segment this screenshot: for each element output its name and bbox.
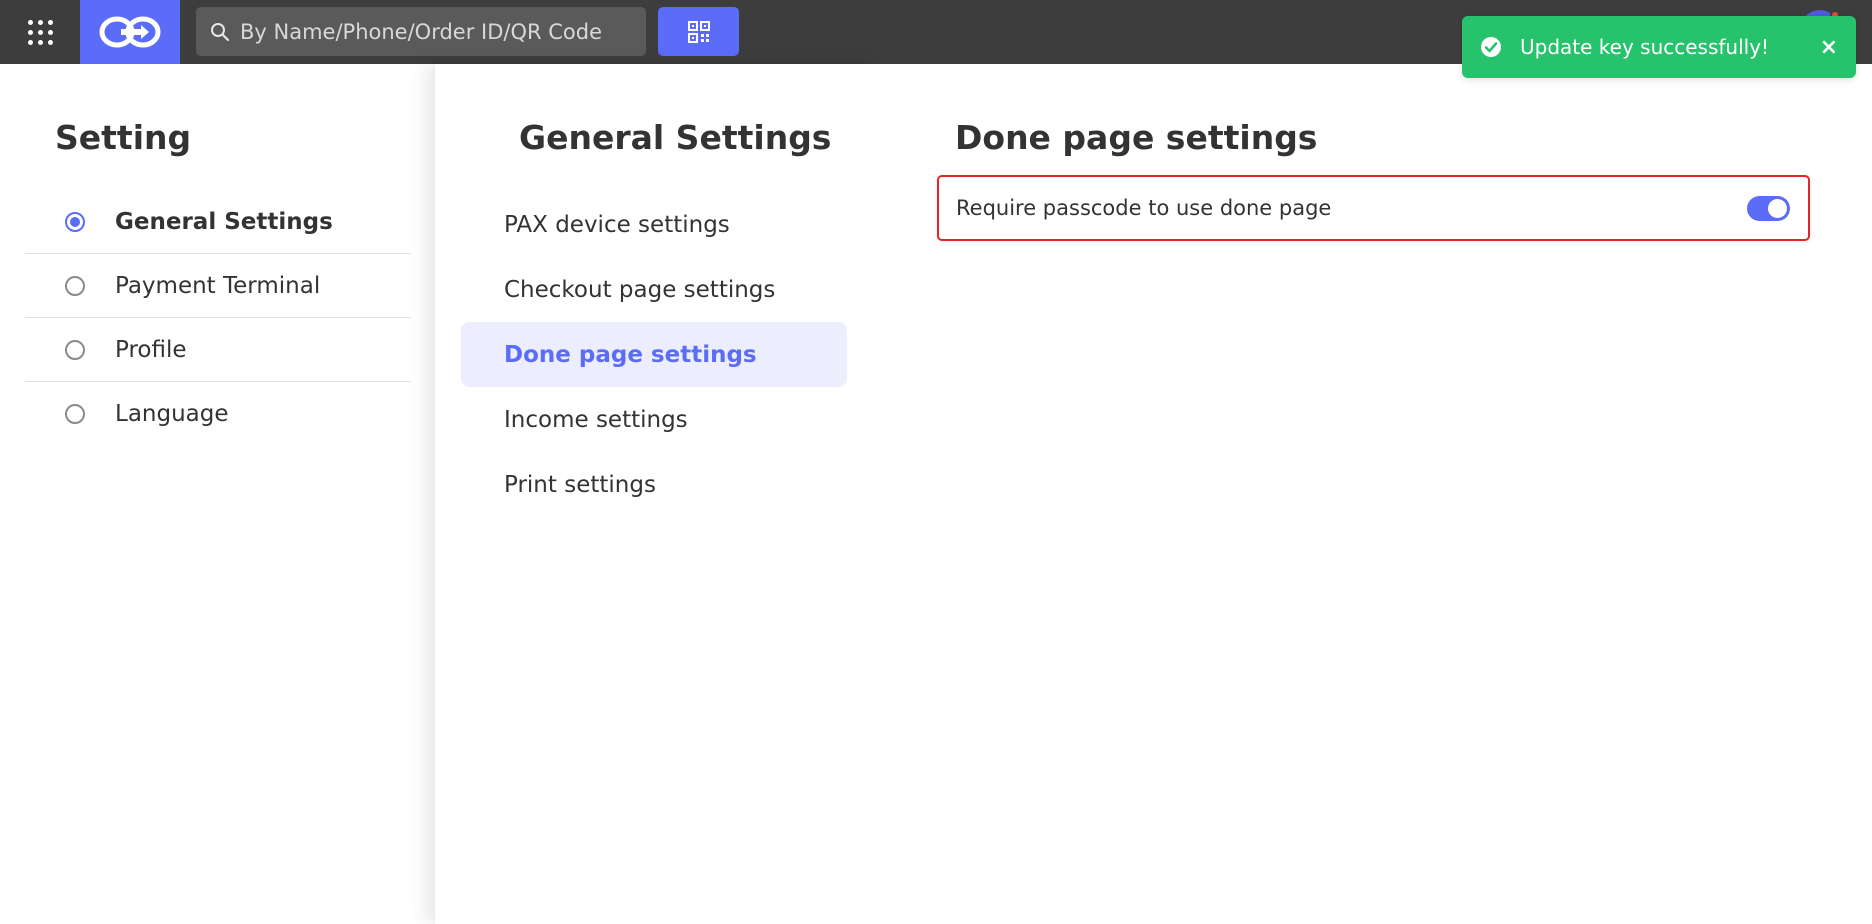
require-passcode-toggle[interactable] xyxy=(1747,195,1790,221)
page-title: Done page settings xyxy=(955,118,1318,157)
sidebar-item-label: Profile xyxy=(115,336,187,363)
sidebar-item-label: General Settings xyxy=(115,208,333,235)
sidebar-item-language[interactable]: Language xyxy=(25,382,411,446)
grid-icon xyxy=(27,19,53,45)
general-settings-menu: General Settings PAX device settings Che… xyxy=(435,64,872,924)
radio-selected-icon xyxy=(65,211,85,232)
submenu-item-print[interactable]: Print settings xyxy=(461,452,847,517)
settings-sidebar: Setting General Settings Payment Termina… xyxy=(0,64,435,924)
content-panel: Done page settings Require passcode to u… xyxy=(872,64,1872,924)
app-root: Setting General Settings Payment Termina… xyxy=(0,0,1872,924)
apps-menu-button[interactable] xyxy=(0,0,80,64)
setting-row-require-passcode: Require passcode to use done page xyxy=(937,175,1810,241)
sidebar-item-general-settings[interactable]: General Settings xyxy=(25,190,411,254)
search-input[interactable] xyxy=(240,19,646,44)
sidebar-title: Setting xyxy=(55,118,192,157)
search-icon xyxy=(211,22,230,41)
submenu-item-pax-device[interactable]: PAX device settings xyxy=(461,192,847,257)
search-bar xyxy=(196,7,646,56)
setting-label: Require passcode to use done page xyxy=(956,196,1332,220)
sidebar-item-payment-terminal[interactable]: Payment Terminal xyxy=(25,254,411,318)
sidebar-item-profile[interactable]: Profile xyxy=(25,318,411,382)
toast-message: Update key successfully! xyxy=(1520,35,1770,59)
check-circle-icon xyxy=(1481,37,1501,57)
submenu-item-income[interactable]: Income settings xyxy=(461,387,847,452)
qr-scan-button[interactable] xyxy=(658,7,739,56)
submenu-item-checkout-page[interactable]: Checkout page settings xyxy=(461,257,847,322)
submenu-title: General Settings xyxy=(519,118,832,157)
submenu-item-done-page[interactable]: Done page settings xyxy=(461,322,847,387)
sidebar-item-label: Payment Terminal xyxy=(115,272,321,299)
link-logo-icon xyxy=(99,16,161,48)
radio-icon xyxy=(65,339,85,360)
qr-code-icon xyxy=(687,20,710,43)
app-logo[interactable] xyxy=(80,0,180,64)
sidebar-item-label: Language xyxy=(115,401,229,427)
close-icon[interactable]: × xyxy=(1820,35,1838,60)
radio-icon xyxy=(65,275,85,296)
success-toast: Update key successfully! × xyxy=(1462,16,1856,78)
radio-icon xyxy=(65,404,85,424)
toggle-knob xyxy=(1768,198,1787,218)
